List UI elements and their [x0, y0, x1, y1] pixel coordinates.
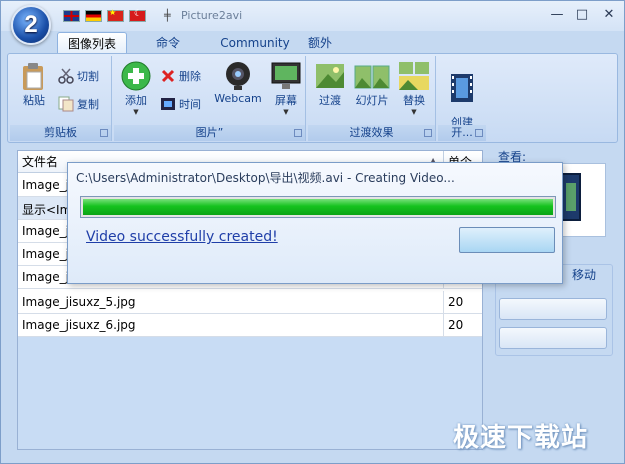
tab-image-list[interactable]: 图像列表	[57, 32, 127, 54]
paste-label: 粘贴	[23, 94, 45, 107]
open-group: 创建 视频 开...	[438, 56, 486, 142]
logo-text: 2	[24, 11, 38, 38]
clipboard-group-label: 剪贴板	[10, 125, 111, 141]
transition-button[interactable]: 过渡	[312, 60, 348, 108]
transition-group-label: 过渡效果	[308, 125, 435, 141]
open-group-label: 开...	[438, 125, 486, 141]
clipboard-group: 粘贴 切割 复制 剪贴板	[10, 56, 112, 141]
maximize-button[interactable]: □	[571, 6, 593, 24]
app-logo-button[interactable]: 2	[11, 5, 51, 45]
pictures-group-title: 图片”	[195, 126, 224, 139]
transition-icon	[316, 64, 344, 88]
webcam-button[interactable]: Webcam	[214, 60, 262, 105]
transition-label: 过渡	[319, 94, 341, 107]
paste-icon	[23, 63, 43, 90]
scissors-icon	[58, 68, 74, 84]
progress-fill	[83, 199, 553, 215]
move-label: 移动	[570, 266, 599, 283]
replace-label: 替换	[403, 94, 425, 107]
dialog-launcher-icon[interactable]	[424, 129, 432, 137]
pictures-group-label: 图片”	[114, 125, 305, 141]
progress-dialog: C:\Users\Administrator\Desktop\导出\视频.avi…	[67, 162, 563, 284]
add-label: 添加	[125, 94, 147, 107]
replace-dropdown-icon[interactable]: ▼	[396, 108, 432, 116]
clipboard-group-title: 剪贴板	[44, 126, 77, 139]
dialog-title: C:\Users\Administrator\Desktop\导出\视频.avi…	[76, 171, 455, 185]
monitor-icon	[271, 62, 301, 89]
tab-community[interactable]: Community	[205, 32, 305, 54]
add-icon	[121, 61, 151, 91]
time-button[interactable]: 时间	[160, 96, 201, 112]
replace-icon	[399, 62, 429, 90]
copy-button[interactable]: 复制	[58, 96, 99, 112]
germany-flag-icon[interactable]	[85, 10, 102, 22]
film-strip-icon	[451, 74, 473, 102]
ribbon: 粘贴 切割 复制 剪贴板 添加 ▼ 删除 时间 Webcam 屏幕 ▼ 图片” …	[7, 53, 618, 143]
copy-icon	[58, 96, 74, 112]
watermark: 极速下载站	[453, 423, 589, 453]
transition-group-title: 过渡效果	[349, 126, 394, 139]
table-row[interactable]: Image_jisuxz_5.jpg 20	[18, 291, 482, 314]
minimize-button[interactable]: —	[546, 6, 568, 24]
delete-x-icon	[161, 69, 175, 83]
film-time-icon	[161, 98, 175, 110]
title-bar: ╪ Picture2avi — □ ✕	[1, 1, 624, 31]
list-empty-area	[18, 337, 482, 449]
row-filename: Image_jisuxz_5.jpg	[22, 295, 136, 309]
time-label: 时间	[179, 98, 201, 111]
add-button[interactable]: 添加 ▼	[118, 60, 154, 116]
move-up-button[interactable]	[499, 298, 607, 320]
delete-label: 删除	[179, 70, 201, 83]
screen-label: 屏幕	[275, 94, 297, 107]
quick-access-dropdown-icon[interactable]: ╪	[164, 9, 171, 22]
screen-dropdown-icon[interactable]: ▼	[268, 108, 304, 116]
add-dropdown-icon[interactable]: ▼	[118, 108, 154, 116]
delete-button[interactable]: 删除	[160, 68, 201, 84]
progress-bar	[80, 196, 556, 218]
window-title: Picture2avi	[181, 9, 243, 22]
replace-button[interactable]: 替换 ▼	[396, 60, 432, 116]
slideshow-icon	[354, 65, 390, 89]
table-row[interactable]: Image_jisuxz_6.jpg 20	[18, 314, 482, 337]
webcam-label: Webcam	[214, 92, 262, 105]
dialog-ok-button[interactable]	[459, 227, 555, 253]
china-flag-icon[interactable]	[107, 8, 124, 22]
close-button[interactable]: ✕	[598, 6, 620, 24]
move-down-button[interactable]	[499, 327, 607, 349]
app-window: ╪ Picture2avi — □ ✕ 2 图像列表 命令 Community …	[0, 0, 625, 464]
success-link[interactable]: Video successfully created!	[86, 229, 278, 245]
transition-group: 过渡 幻灯片 替换 ▼ 过渡效果	[308, 56, 436, 141]
row-filename: Image_jisuxz_6.jpg	[22, 318, 136, 332]
cut-button[interactable]: 切割	[58, 68, 99, 84]
open-group-title: 开...	[451, 126, 473, 139]
screen-button[interactable]: 屏幕 ▼	[268, 60, 304, 116]
dialog-launcher-icon[interactable]	[294, 129, 302, 137]
tab-commands[interactable]: 命令	[133, 32, 203, 54]
slideshow-button[interactable]: 幻灯片	[350, 60, 394, 108]
cut-label: 切割	[77, 70, 99, 83]
copy-label: 复制	[77, 98, 99, 111]
row-value: 20	[448, 318, 464, 332]
webcam-icon	[226, 62, 250, 90]
dialog-launcher-icon[interactable]	[100, 129, 108, 137]
pictures-group: 添加 ▼ 删除 时间 Webcam 屏幕 ▼ 图片”	[114, 56, 306, 141]
slideshow-label: 幻灯片	[355, 94, 389, 107]
row-value: 20	[448, 295, 464, 309]
turkey-flag-icon[interactable]	[129, 9, 146, 22]
paste-button[interactable]: 粘贴	[14, 60, 54, 108]
tab-extras[interactable]: 额外	[295, 32, 345, 54]
dialog-launcher-icon[interactable]	[475, 129, 483, 137]
uk-flag-icon[interactable]	[63, 10, 80, 22]
